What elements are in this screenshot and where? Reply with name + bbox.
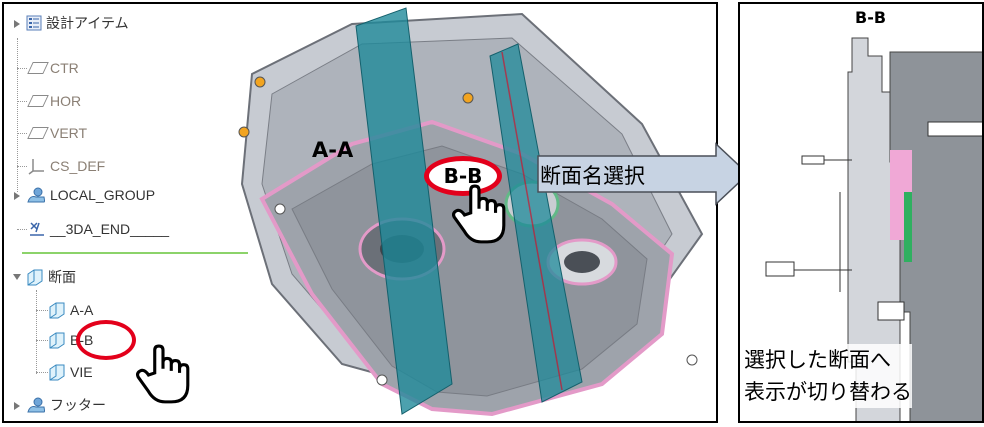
collapse-arrow-icon[interactable] xyxy=(13,274,21,280)
tree-item-3da-end[interactable]: __3DA_END_____ xyxy=(28,218,169,240)
section-folder-icon xyxy=(27,269,43,286)
tree-item-label: VIE xyxy=(70,364,93,380)
insert-marker-icon xyxy=(30,222,44,236)
hand-pointer-icon xyxy=(135,344,190,404)
tree-item-sections[interactable]: 断面 xyxy=(26,266,76,288)
section-a-a-label: A-A xyxy=(312,138,354,162)
tree-item-label: 設計アイテム xyxy=(46,15,129,31)
section-icon xyxy=(49,332,65,349)
tree-item-footer[interactable]: フッター xyxy=(26,394,106,416)
hand-pointer-icon xyxy=(451,184,506,244)
gdt-frame xyxy=(801,155,825,165)
tree-connector xyxy=(17,38,18,192)
footer-group-icon xyxy=(27,397,45,413)
tree-item-label: A-A xyxy=(70,302,94,318)
datum-plane-icon xyxy=(27,95,49,107)
insert-here-line[interactable] xyxy=(22,252,248,254)
tree-item-vert[interactable]: VERT xyxy=(27,122,88,144)
group-icon xyxy=(27,187,45,203)
tree-connector xyxy=(36,372,48,373)
tree-item-label: VERT xyxy=(50,125,88,141)
expand-arrow-icon[interactable] xyxy=(14,402,20,410)
tree-connector xyxy=(36,340,48,341)
section-hatch-green xyxy=(904,192,912,262)
mount-hole xyxy=(376,374,388,386)
mount-hole xyxy=(254,76,266,88)
tree-item-label: LOCAL_GROUP xyxy=(50,187,156,203)
tree-item-label: CTR xyxy=(50,60,79,76)
section-view-panel: B-B 選択した断面へ 表示が切り替わる xyxy=(738,2,984,423)
section-icon xyxy=(49,302,65,319)
tree-item-section-view[interactable]: VIE xyxy=(48,361,93,383)
gdt-frame xyxy=(765,261,795,277)
annotation-box xyxy=(927,121,982,137)
bore-right-hole xyxy=(564,251,600,273)
tree-item-label: 断面 xyxy=(48,269,76,285)
expand-arrow-icon[interactable] xyxy=(14,20,20,28)
tree-item-hor[interactable]: HOR xyxy=(27,90,82,112)
mount-hole xyxy=(274,203,286,215)
tree-connector xyxy=(17,133,27,134)
gdt-frame xyxy=(877,301,905,321)
design-items-icon xyxy=(26,15,42,31)
section-switch-note: 選択した断面へ 表示が切り替わる xyxy=(744,344,912,408)
note-line-2: 表示が切り替わる xyxy=(744,380,912,404)
datum-plane-icon xyxy=(27,127,49,139)
mount-hole xyxy=(686,354,698,366)
expand-arrow-icon[interactable] xyxy=(14,192,20,200)
tree-item-label: __3DA_END_____ xyxy=(50,221,170,237)
tree-connector xyxy=(36,290,37,374)
tree-item-ctr[interactable]: CTR xyxy=(27,57,79,79)
note-line-1: 選択した断面へ xyxy=(744,348,891,372)
mount-hole xyxy=(238,126,250,138)
mount-hole xyxy=(462,92,474,104)
tree-connector xyxy=(17,166,27,167)
model-view-panel: 設計アイテム CTR HOR VERT CS_DEF LOCAL_GROUP _… xyxy=(2,2,718,423)
tree-connector xyxy=(17,229,27,230)
tree-item-label: HOR xyxy=(50,93,82,109)
section-view-title: B-B xyxy=(855,8,887,27)
tree-item-section-a-a[interactable]: A-A xyxy=(48,299,93,321)
coordinate-system-icon xyxy=(28,159,44,175)
model-tree: 設計アイテム CTR HOR VERT CS_DEF LOCAL_GROUP _… xyxy=(8,8,248,421)
tree-item-design-items[interactable]: 設計アイテム xyxy=(26,12,129,34)
tree-connector xyxy=(36,310,48,311)
tree-connector xyxy=(17,101,27,102)
tree-item-local-group[interactable]: LOCAL_GROUP xyxy=(26,184,155,206)
tree-item-label: CS_DEF xyxy=(50,158,106,174)
tree-item-label: フッター xyxy=(50,397,106,413)
tree-connector xyxy=(17,68,27,69)
section-icon xyxy=(49,364,65,381)
tree-item-cs-def[interactable]: CS_DEF xyxy=(28,155,105,177)
callout-text: 断面名選択 xyxy=(540,164,645,188)
highlight-ellipse xyxy=(76,320,136,360)
datum-plane-icon xyxy=(27,62,49,74)
